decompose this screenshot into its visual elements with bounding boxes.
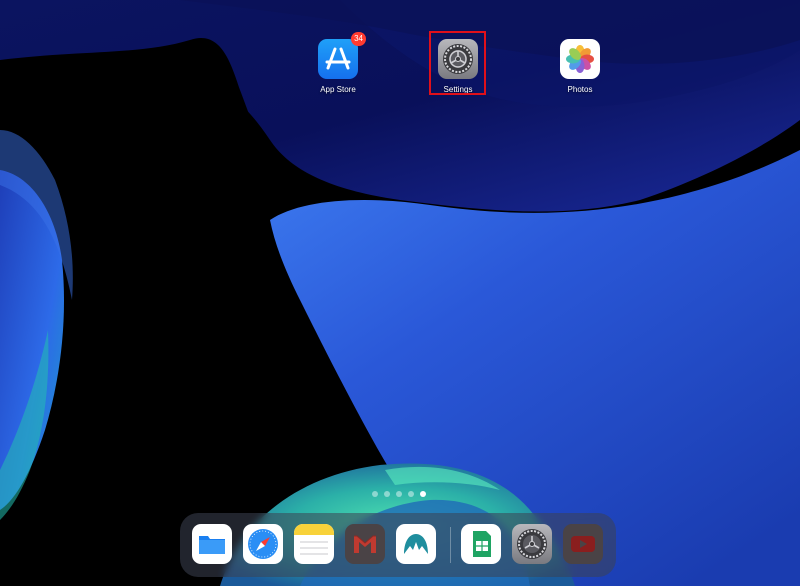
google-sheets-icon xyxy=(473,531,491,557)
settings-highlight-box xyxy=(429,31,486,95)
page-dot-active[interactable] xyxy=(420,491,426,497)
app-store-icon: 34 xyxy=(318,32,366,79)
app-label: Photos xyxy=(567,85,593,94)
notes-icon xyxy=(294,524,334,555)
photos-icon xyxy=(560,39,600,79)
dock-sheets-app[interactable] xyxy=(461,524,501,564)
page-dot[interactable] xyxy=(396,491,402,497)
dock-files-app[interactable] xyxy=(192,524,232,564)
ipad-home-screen: 34 App Store Settings Photos xyxy=(0,0,800,586)
page-dot[interactable] xyxy=(408,491,414,497)
files-icon xyxy=(199,536,225,554)
dock-gmail-app[interactable] xyxy=(345,524,385,564)
wallpaper xyxy=(0,0,800,586)
dock-settings-app[interactable] xyxy=(512,524,552,564)
settings-gear-icon xyxy=(517,529,547,559)
youtube-icon xyxy=(571,536,595,552)
page-dot[interactable] xyxy=(372,491,378,497)
safari-icon xyxy=(248,529,278,559)
dock-nordvpn-app[interactable] xyxy=(396,524,436,564)
page-indicator[interactable] xyxy=(372,491,426,497)
app-store-app[interactable]: 34 App Store xyxy=(293,32,383,94)
dock xyxy=(180,513,616,577)
photos-app[interactable]: Photos xyxy=(535,39,625,94)
dock-notes-app[interactable] xyxy=(294,524,334,564)
app-label: App Store xyxy=(320,85,356,94)
dock-separator xyxy=(450,527,451,563)
dock-youtube-app[interactable] xyxy=(563,524,603,564)
notification-badge: 34 xyxy=(351,32,366,46)
nordvpn-icon xyxy=(404,534,428,554)
gmail-icon xyxy=(354,535,376,553)
page-dot[interactable] xyxy=(384,491,390,497)
dock-safari-app[interactable] xyxy=(243,524,283,564)
